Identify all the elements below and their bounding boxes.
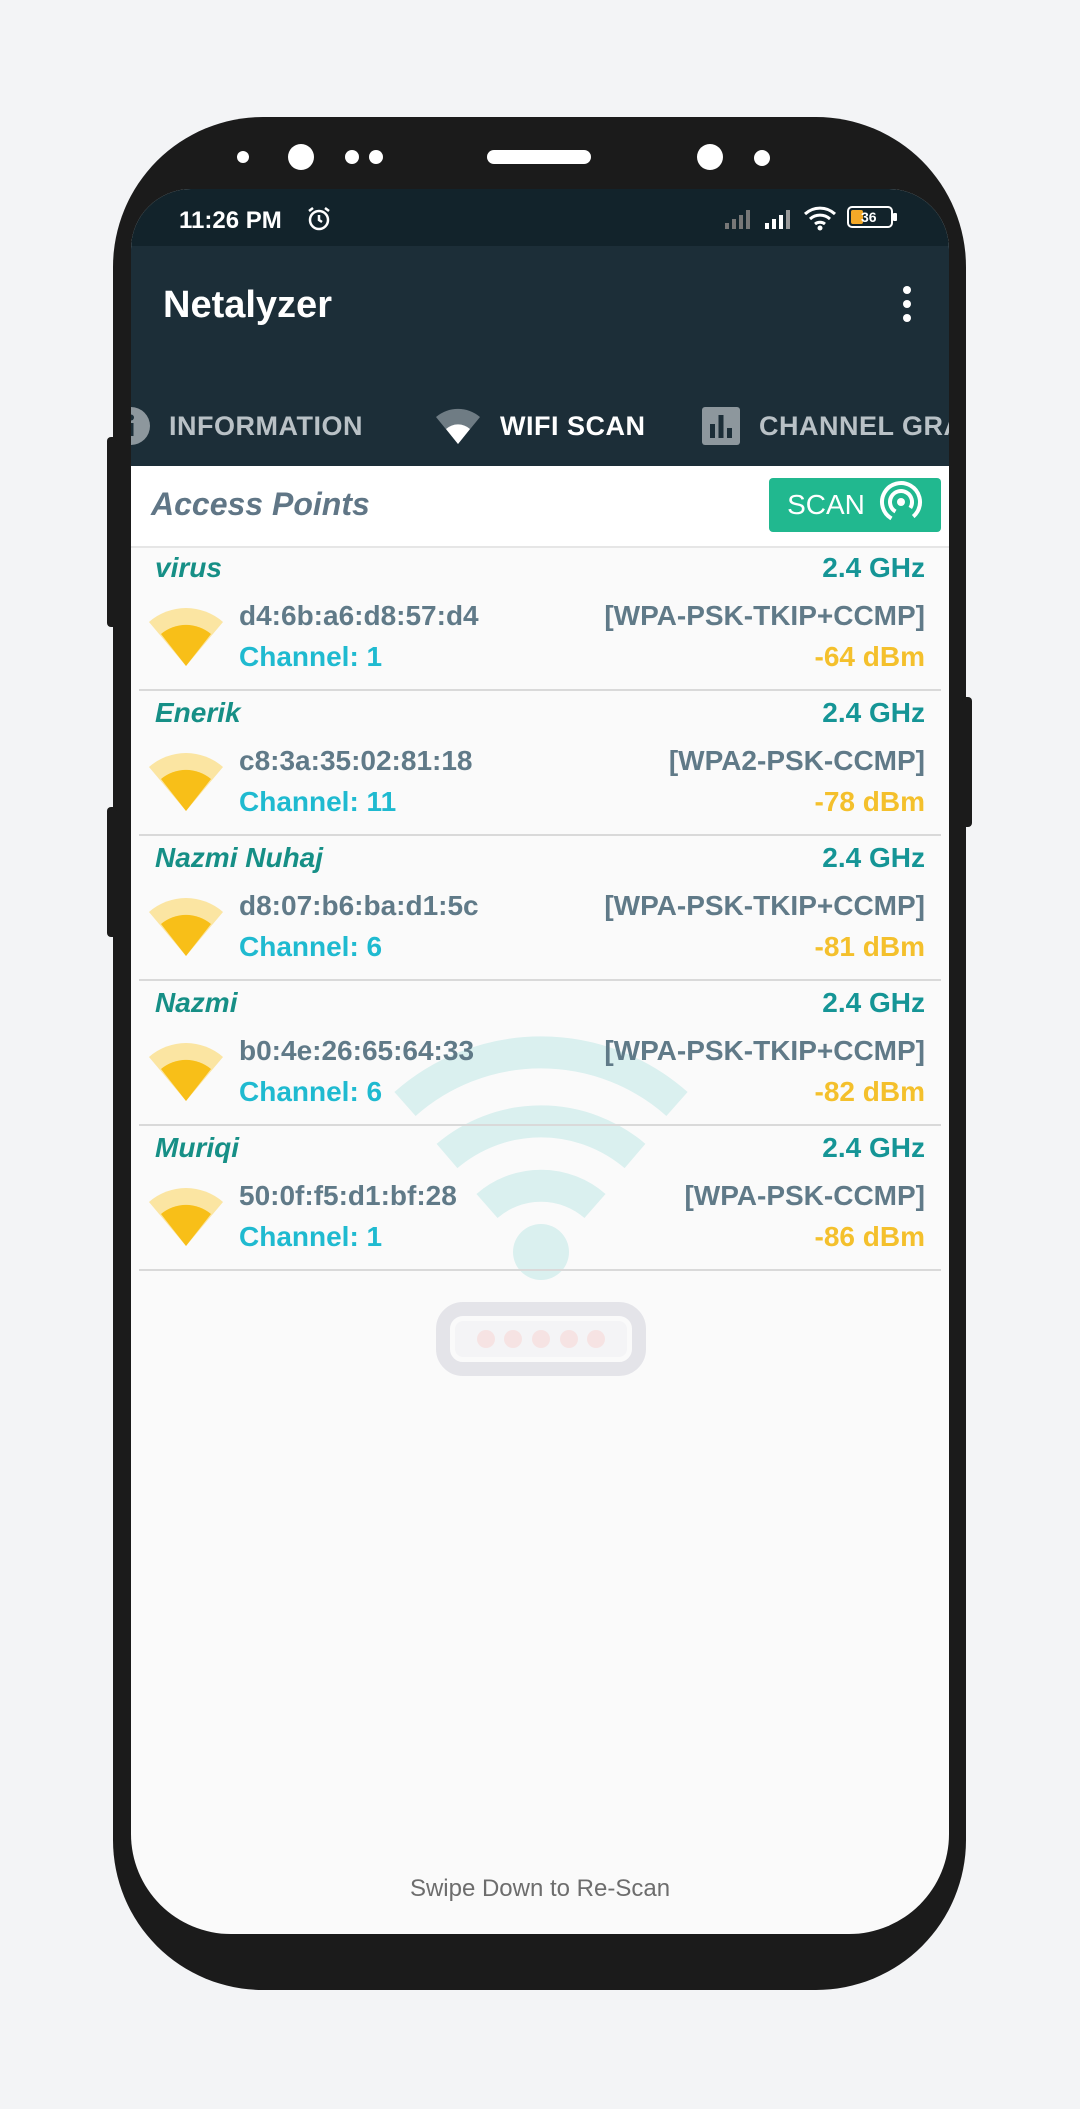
- ssid-label: Muriqi: [155, 1132, 239, 1163]
- mac-address: c8:3a:35:02:81:18: [239, 745, 473, 776]
- mac-address: b0:4e:26:65:64:33: [239, 1035, 475, 1066]
- security-label: [WPA-PSK-TKIP+CCMP]: [604, 890, 925, 921]
- ssid-label: Enerik: [155, 697, 241, 728]
- wifi-icon: [434, 406, 482, 446]
- sensor-dot: [345, 150, 359, 164]
- scan-button-label: SCAN: [787, 489, 865, 520]
- mac-address: d8:07:b6:ba:d1:5c: [239, 890, 479, 921]
- frequency-label: 2.4 GHz: [822, 842, 925, 873]
- bar-chart-icon: [701, 406, 741, 446]
- ssid-label: virus: [155, 552, 222, 583]
- frequency-label: 2.4 GHz: [822, 697, 925, 728]
- tab-bar: INFORMATION WIFI SCAN CHANNEL GRA: [131, 386, 949, 466]
- proximity-sensor: [697, 144, 723, 170]
- mac-address: d4:6b:a6:d8:57:d4: [239, 600, 479, 631]
- sensor-dot: [754, 150, 770, 166]
- app-bar: Netalyzer INFORMATION WIFI SCAN CHANNEL …: [131, 246, 949, 466]
- list-item[interactable]: Enerik 2.4 GHz c8:3a:35:02:81:18 Channel…: [139, 691, 941, 836]
- overflow-menu-icon[interactable]: [901, 286, 913, 326]
- list-item[interactable]: Nazmi 2.4 GHz b0:4e:26:65:64:33 Channel:…: [139, 981, 941, 1126]
- phone-frame: 11:26 PM 36 Netalyzer INFORMATION WIFI S…: [107, 117, 972, 1990]
- rescan-hint: Swipe Down to Re-Scan: [409, 1875, 671, 1902]
- security-label: [WPA-PSK-TKIP+CCMP]: [604, 600, 925, 631]
- radar-icon: [879, 480, 923, 531]
- security-label: [WPA-PSK-TKIP+CCMP]: [604, 1035, 925, 1066]
- access-point-list: virus 2.4 GHz d4:6b:a6:d8:57:d4 Channel:…: [131, 546, 949, 1271]
- earpiece-speaker: [487, 150, 591, 164]
- security-label: [WPA2-PSK-CCMP]: [668, 745, 925, 776]
- signal-strength: -64 dBm: [814, 641, 925, 672]
- app-title: Netalyzer: [163, 284, 332, 326]
- frequency-label: 2.4 GHz: [822, 987, 925, 1018]
- battery-icon: 36: [847, 206, 897, 228]
- status-bar: 11:26 PM 36: [131, 189, 949, 246]
- status-time: 11:26 PM: [179, 207, 282, 234]
- battery-level: 36: [861, 209, 877, 225]
- signal-strength: -86 dBm: [814, 1221, 925, 1252]
- tab-wifi-scan[interactable]: WIFI SCAN: [434, 386, 646, 466]
- sensor-dot: [237, 151, 249, 163]
- signal-strength: -82 dBm: [814, 1076, 925, 1107]
- tab-label: INFORMATION: [169, 410, 363, 441]
- section-title: Access Points: [151, 486, 370, 522]
- sensor-dot: [369, 150, 383, 164]
- frequency-label: 2.4 GHz: [822, 552, 925, 583]
- signal-strength: -78 dBm: [814, 786, 925, 817]
- channel-label: Channel: 6: [239, 1076, 383, 1107]
- frequency-label: 2.4 GHz: [822, 1132, 925, 1163]
- wifi-signal-icon: [149, 894, 223, 958]
- wifi-signal-icon: [149, 604, 223, 668]
- tab-label: WIFI SCAN: [500, 410, 646, 441]
- ssid-label: Nazmi: [155, 987, 238, 1018]
- screen: 11:26 PM 36 Netalyzer INFORMATION WIFI S…: [131, 189, 949, 1934]
- access-points-header: Access Points SCAN: [131, 466, 949, 548]
- list-item[interactable]: Muriqi 2.4 GHz 50:0f:f5:d1:bf:28 Channel…: [139, 1126, 941, 1271]
- channel-label: Channel: 1: [239, 1221, 383, 1252]
- channel-label: Channel: 11: [239, 786, 397, 817]
- front-camera: [288, 144, 314, 170]
- power-button: [107, 807, 117, 937]
- tab-label: CHANNEL GRA: [759, 410, 949, 441]
- tab-information[interactable]: INFORMATION: [131, 386, 363, 466]
- signal-icon: [763, 207, 793, 236]
- wifi-status-icon: [803, 205, 837, 236]
- ssid-label: Nazmi Nuhaj: [155, 842, 324, 873]
- list-item[interactable]: Nazmi Nuhaj 2.4 GHz d8:07:b6:ba:d1:5c Ch…: [139, 836, 941, 981]
- list-item[interactable]: virus 2.4 GHz d4:6b:a6:d8:57:d4 Channel:…: [139, 546, 941, 691]
- wifi-signal-icon: [149, 1039, 223, 1103]
- mac-address: 50:0f:f5:d1:bf:28: [239, 1180, 457, 1211]
- wifi-signal-icon: [149, 1184, 223, 1248]
- info-icon: [131, 406, 151, 446]
- signal-strength: -81 dBm: [814, 931, 925, 962]
- wifi-signal-icon: [149, 749, 223, 813]
- side-button-right: [962, 697, 972, 827]
- tab-channel-graph[interactable]: CHANNEL GRA: [701, 386, 949, 466]
- alarm-icon: [305, 205, 333, 238]
- scan-button[interactable]: SCAN: [769, 478, 941, 532]
- volume-button: [107, 437, 117, 627]
- security-label: [WPA-PSK-CCMP]: [684, 1180, 925, 1211]
- signal-icon: [723, 207, 753, 236]
- channel-label: Channel: 1: [239, 641, 383, 672]
- channel-label: Channel: 6: [239, 931, 383, 962]
